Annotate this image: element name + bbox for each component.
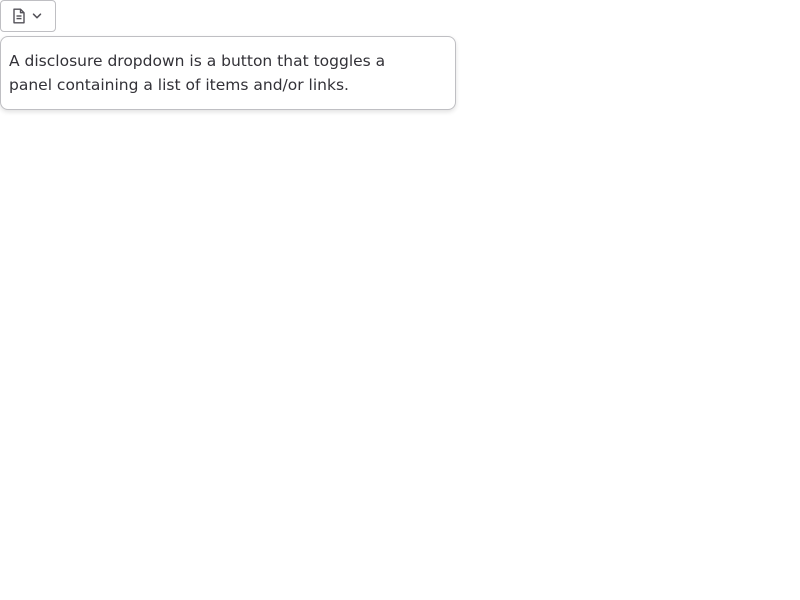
chevron-down-icon [31, 10, 43, 22]
disclosure-dropdown-toggle[interactable] [0, 0, 56, 32]
panel-description: A disclosure dropdown is a button that t… [9, 52, 386, 94]
document-icon [12, 8, 26, 24]
dropdown-panel: A disclosure dropdown is a button that t… [0, 36, 456, 110]
